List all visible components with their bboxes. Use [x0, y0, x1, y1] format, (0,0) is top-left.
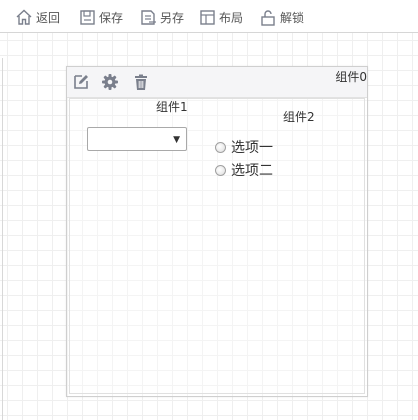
- gear-icon[interactable]: [101, 73, 119, 91]
- save-icon: [80, 9, 95, 25]
- unlock-button[interactable]: 解锁: [260, 7, 304, 27]
- unlock-icon: [261, 9, 275, 26]
- home-icon: [16, 9, 32, 25]
- radio-option-label: 选项一: [231, 140, 273, 156]
- trash-icon[interactable]: [132, 73, 150, 91]
- unlock-button-label: 解锁: [280, 10, 305, 25]
- component-panel-header: 组件0: [67, 67, 367, 98]
- canvas-left-divider: [2, 58, 3, 420]
- layout-icon: [200, 9, 215, 25]
- component-panel-title: 组件0: [335, 70, 367, 84]
- edit-icon[interactable]: [72, 73, 90, 91]
- component2-label: 组件2: [283, 110, 315, 124]
- save-button-label: 保存: [99, 10, 124, 25]
- back-button-label: 返回: [36, 10, 61, 25]
- radio-option-2[interactable]: 选项二: [215, 161, 273, 179]
- radio-option-label: 选项二: [231, 163, 273, 179]
- back-button[interactable]: 返回: [15, 7, 60, 27]
- layout-button-label: 布局: [219, 10, 244, 25]
- save-as-button[interactable]: 另存: [140, 7, 184, 27]
- component-panel[interactable]: 组件0: [66, 66, 368, 397]
- save-as-icon: [141, 9, 156, 25]
- radio-button[interactable]: [215, 164, 226, 176]
- radio-option-1[interactable]: 选项一: [215, 138, 273, 156]
- radio-button[interactable]: [215, 141, 226, 153]
- toolbar: 返回 保存 另存 布局 解锁: [0, 0, 418, 33]
- component1-select[interactable]: ▼: [87, 127, 187, 151]
- layout-button[interactable]: 布局: [199, 7, 243, 27]
- save-as-button-label: 另存: [160, 10, 185, 25]
- save-button[interactable]: 保存: [79, 7, 123, 27]
- component1-label: 组件1: [156, 100, 188, 114]
- chevron-down-icon: ▼: [173, 135, 180, 145]
